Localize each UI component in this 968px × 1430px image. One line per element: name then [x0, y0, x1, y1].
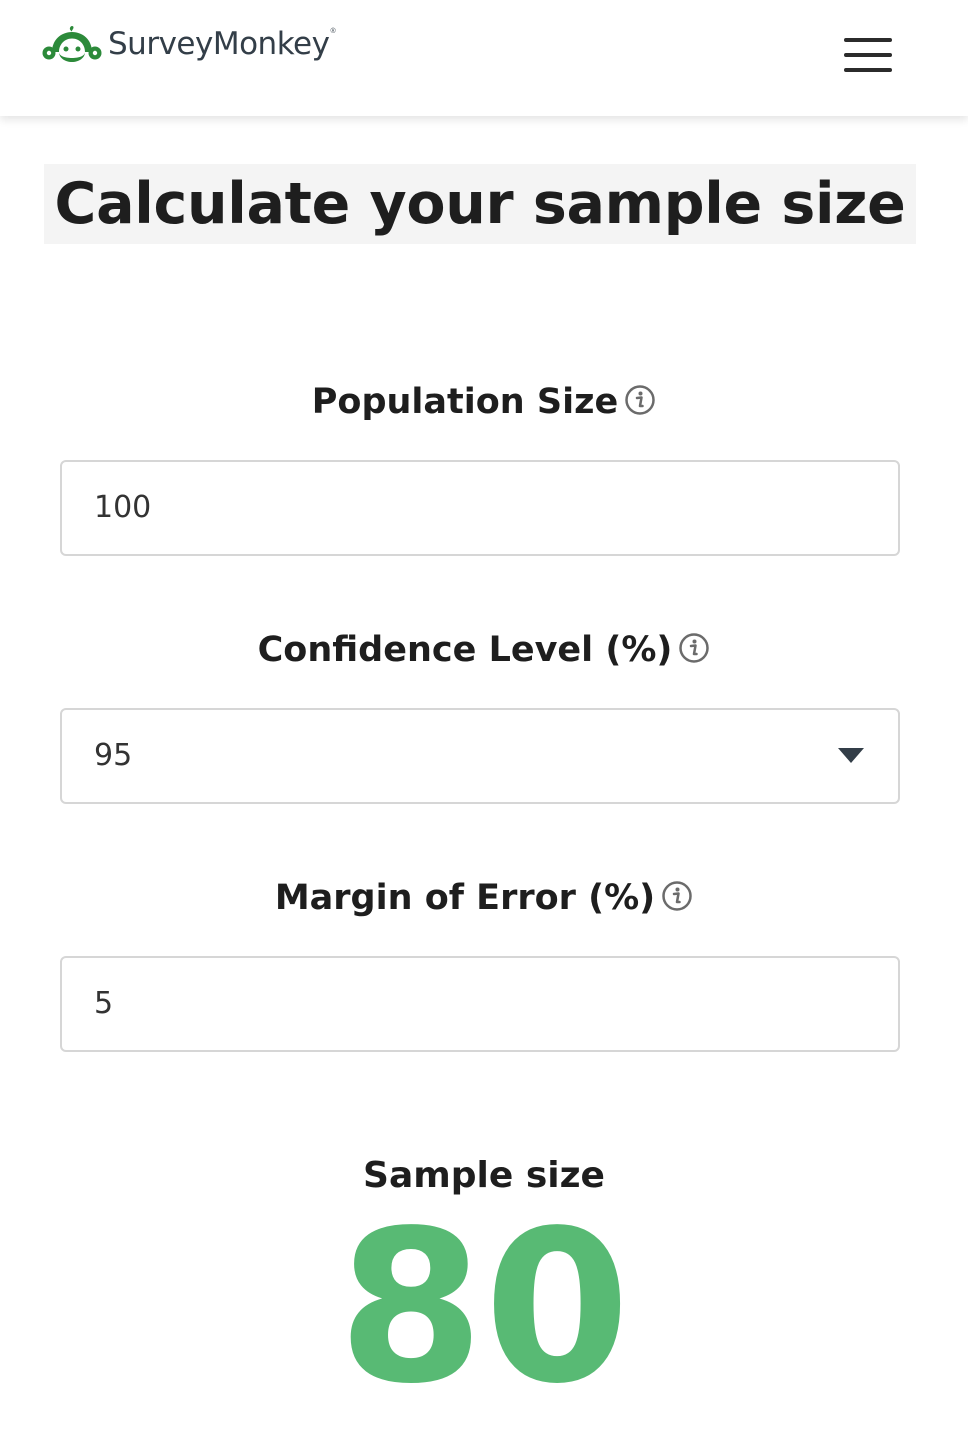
page-title: Calculate your sample size [54, 171, 906, 237]
info-icon[interactable] [678, 632, 710, 664]
margin-of-error-input[interactable]: 5 [60, 956, 900, 1052]
sample-size-result: 80 [337, 1185, 631, 1430]
population-size-value: 100 [94, 490, 152, 525]
confidence-level-value: 95 [94, 738, 133, 773]
margin-of-error-label: Margin of Error (%) [0, 876, 968, 919]
logo-trademark: ® [330, 28, 336, 35]
margin-of-error-value: 5 [94, 986, 114, 1021]
surveymonkey-logo-icon [42, 26, 102, 62]
info-icon[interactable] [661, 880, 693, 912]
surveymonkey-logo[interactable]: SurveyMonkey ® [42, 22, 336, 66]
info-icon[interactable] [624, 384, 656, 416]
population-size-input[interactable]: 100 [60, 460, 900, 556]
title-banner: Calculate your sample size [44, 164, 916, 244]
confidence-level-select[interactable]: 95 [60, 708, 900, 804]
site-header: SurveyMonkey ® [0, 0, 968, 116]
hamburger-menu-button[interactable] [838, 34, 898, 78]
logo-wordmark: SurveyMonkey [108, 25, 330, 62]
confidence-level-label: Confidence Level (%) [0, 628, 968, 671]
caret-down-icon[interactable] [838, 748, 864, 763]
population-size-label: Population Size [0, 380, 968, 423]
